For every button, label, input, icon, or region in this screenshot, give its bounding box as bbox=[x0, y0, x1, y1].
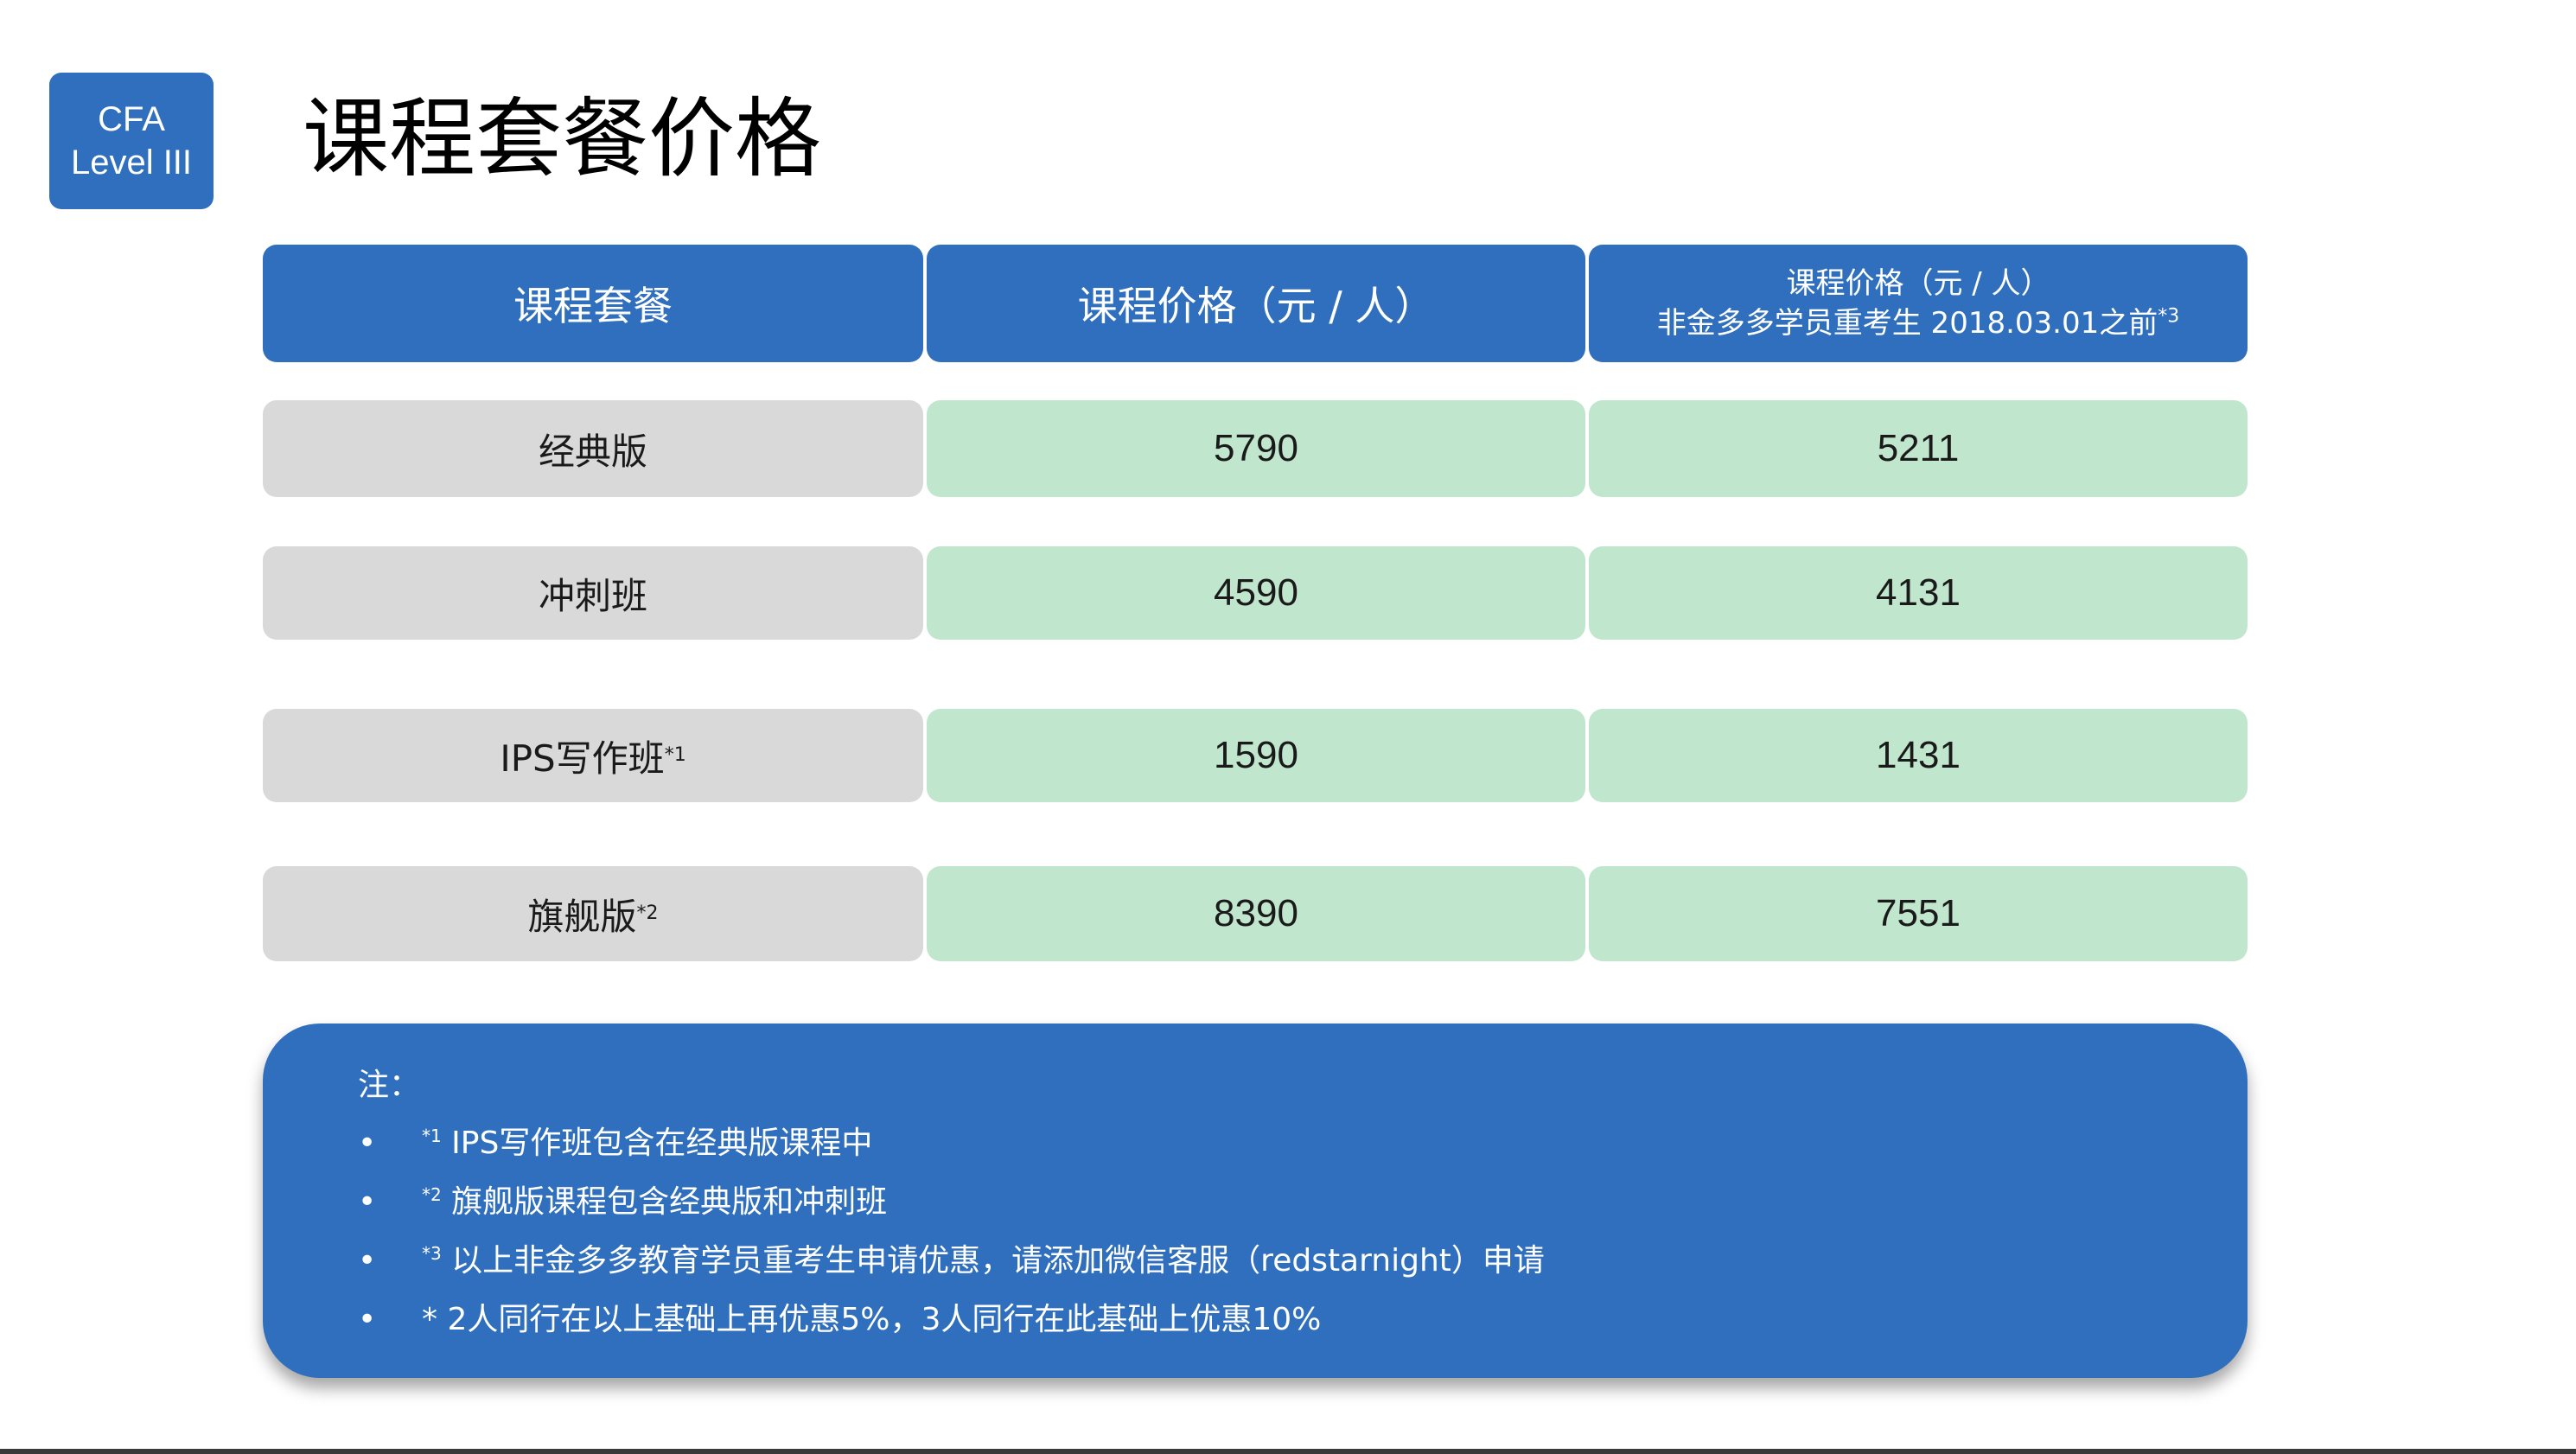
price-value: 4590 bbox=[1214, 571, 1298, 614]
table-row-price: 1590 bbox=[927, 709, 1585, 802]
header-discount-line-1: 课程价格（元 / 人） bbox=[1786, 266, 2050, 301]
footnote-mark: *2 bbox=[422, 1184, 442, 1205]
price-value: 5790 bbox=[1214, 427, 1298, 469]
header-package-label: 课程套餐 bbox=[513, 283, 673, 329]
table-row-discount: 1431 bbox=[1589, 709, 2248, 802]
notes-title: 注： bbox=[358, 1068, 421, 1103]
price-value: 8390 bbox=[1214, 892, 1298, 934]
table-row-name: 经典版 bbox=[263, 400, 923, 497]
header-package: 课程套餐 bbox=[263, 245, 923, 362]
page-title: 课程套餐价格 bbox=[303, 88, 821, 189]
table-row-name: 冲刺班 bbox=[263, 546, 923, 640]
level-badge: CFA Level III bbox=[49, 73, 214, 209]
header-price-label: 课程价格（元 / 人） bbox=[1077, 283, 1435, 329]
table-row-name: 旗舰版 *2 bbox=[263, 866, 923, 961]
slide: CFA Level III 课程套餐价格 课程套餐 课程价格（元 / 人） 课程… bbox=[0, 0, 2576, 1454]
package-name: IPS写作班 bbox=[500, 737, 665, 780]
header-price: 课程价格（元 / 人） bbox=[927, 245, 1585, 362]
footnote-mark: *3 bbox=[422, 1243, 442, 1264]
table-row-price: 5790 bbox=[927, 400, 1585, 497]
note-item: • *3 以上非金多多教育学员重考生申请优惠，请添加微信客服（redstarni… bbox=[358, 1240, 2248, 1298]
header-discount-price: 课程价格（元 / 人） 非金多多学员重考生 2018.03.01之前*3 bbox=[1589, 245, 2248, 362]
discount-value: 7551 bbox=[1876, 892, 1961, 934]
note-item: • * 2人同行在以上基础上再优惠5%，3人同行在此基础上优惠10% bbox=[358, 1298, 2248, 1357]
bullet-icon: • bbox=[358, 1184, 377, 1220]
table-row-name: IPS写作班 *1 bbox=[263, 709, 923, 802]
note-text: IPS写作班包含在经典版课程中 bbox=[441, 1126, 873, 1161]
bottom-divider bbox=[0, 1449, 2576, 1454]
discount-value: 1431 bbox=[1876, 734, 1961, 776]
table-row-discount: 5211 bbox=[1589, 400, 2248, 497]
bullet-icon: • bbox=[358, 1302, 377, 1337]
package-name: 冲刺班 bbox=[538, 574, 647, 617]
discount-value: 4131 bbox=[1876, 571, 1961, 614]
header-discount-line-2: 非金多多学员重考生 2018.03.01之前*3 bbox=[1656, 305, 2180, 341]
note-text: 旗舰版课程包含经典版和冲刺班 bbox=[441, 1184, 888, 1220]
footnote-mark: *3 bbox=[2158, 305, 2180, 328]
note-item: • *2 旗舰版课程包含经典版和冲刺班 bbox=[358, 1181, 2248, 1240]
discount-value: 5211 bbox=[1877, 427, 1960, 469]
note-item: • *1 IPS写作班包含在经典版课程中 bbox=[358, 1122, 2248, 1181]
bullet-icon: • bbox=[358, 1126, 377, 1161]
bullet-icon: • bbox=[358, 1243, 377, 1279]
note-text: 以上非金多多教育学员重考生申请优惠，请添加微信客服（redstarnight）申… bbox=[441, 1243, 1545, 1279]
notes-panel: 注： • *1 IPS写作班包含在经典版课程中 • *2 旗舰版课程包含经典版和… bbox=[263, 1024, 2248, 1378]
table-row-price: 4590 bbox=[927, 546, 1585, 640]
badge-line-2: Level III bbox=[70, 143, 193, 182]
note-text: * 2人同行在以上基础上再优惠5%，3人同行在此基础上优惠10% bbox=[422, 1302, 1322, 1337]
badge-line-1: CFA bbox=[98, 100, 165, 138]
table-row-discount: 4131 bbox=[1589, 546, 2248, 640]
table-row-price: 8390 bbox=[927, 866, 1585, 961]
package-name: 经典版 bbox=[538, 430, 647, 473]
footnote-mark: *1 bbox=[422, 1126, 442, 1146]
package-name: 旗舰版 bbox=[527, 895, 637, 938]
price-value: 1590 bbox=[1214, 734, 1298, 776]
table-row-discount: 7551 bbox=[1589, 866, 2248, 961]
